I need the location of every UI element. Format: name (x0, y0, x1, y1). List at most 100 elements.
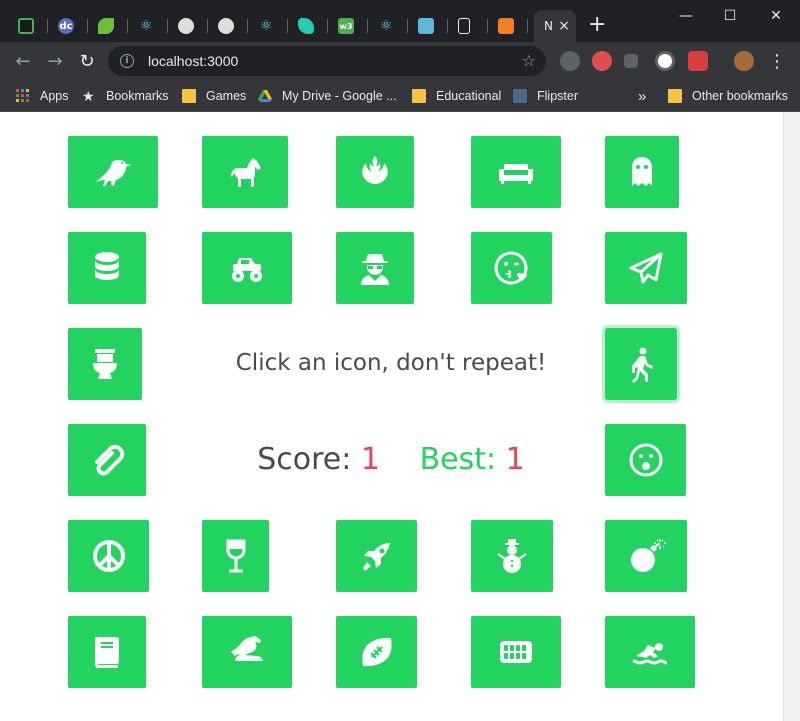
folder-icon (668, 89, 682, 103)
bookmark-my-drive[interactable]: My Drive - Google ... (258, 86, 397, 106)
bookmark-apps[interactable]: Apps (16, 86, 69, 106)
card-monster-truck[interactable] (202, 232, 292, 304)
tab[interactable] (88, 10, 128, 42)
bookmark-label: Games (206, 89, 247, 103)
active-tab-label: N (544, 19, 553, 33)
close-tab-icon[interactable]: × (558, 18, 570, 34)
card-horse[interactable] (202, 136, 288, 208)
score-label: Score: (257, 442, 352, 477)
bookmark-label: Flipster (537, 89, 578, 103)
card-couch[interactable] (471, 136, 561, 208)
page-tab-icon (458, 18, 470, 34)
github-tab-icon (218, 18, 234, 34)
football-icon (361, 637, 392, 667)
card-space-shuttle[interactable] (336, 520, 417, 592)
github-tab-icon (178, 18, 194, 34)
folder-icon (182, 89, 196, 103)
extension-icon[interactable] (592, 51, 612, 71)
card-football[interactable] (336, 616, 417, 688)
card-kiss-wink-heart[interactable] (471, 232, 552, 304)
bookmark-label: Educational (436, 89, 502, 103)
bookmark-other[interactable]: Other bookmarks (668, 86, 788, 106)
tab[interactable] (408, 10, 448, 42)
instruction-text: Click an icon, don't repeat! (235, 350, 547, 376)
bookmark-star-icon[interactable]: ☆ (522, 51, 536, 70)
new-tab-button[interactable]: + (588, 14, 606, 36)
extension-icon[interactable] (560, 51, 580, 71)
minimize-button[interactable]: — (674, 6, 698, 26)
card-walking[interactable] (605, 328, 677, 400)
surprise-icon (629, 443, 662, 477)
horse-icon (231, 158, 261, 187)
teal-tab-icon (298, 18, 314, 34)
tab[interactable]: w3 (328, 10, 368, 42)
card-swimmer[interactable] (605, 616, 695, 688)
paperclip-icon (95, 444, 125, 476)
browser-frame: dc ⚛ ⚛ w3 ⚛ N × + — ☐ ✕ ← → ↻ i localhos… (0, 0, 800, 112)
card-wine-glass[interactable] (202, 520, 269, 592)
bookmarks-overflow-button[interactable]: » (638, 86, 646, 106)
tab-active[interactable]: N × (534, 10, 576, 42)
swimmer-icon (632, 643, 668, 665)
bookmark-folder-games[interactable]: Games (182, 86, 246, 106)
tab[interactable] (208, 10, 248, 42)
reload-button[interactable]: ↻ (76, 50, 98, 72)
card-crow[interactable] (68, 136, 158, 208)
toilet-icon (93, 349, 117, 379)
card-paper-plane[interactable] (605, 232, 687, 304)
card-rebel[interactable] (336, 136, 414, 208)
dc-tab-icon: dc (58, 18, 74, 34)
tab[interactable]: dc (48, 10, 88, 42)
card-dragon[interactable] (202, 616, 292, 688)
bookmark-flipster[interactable]: Flipster (513, 86, 578, 106)
bookmark-folder-educational[interactable]: Educational (412, 86, 501, 106)
tab[interactable] (168, 10, 208, 42)
avatar[interactable] (734, 51, 754, 71)
tab[interactable]: ⚛ (128, 10, 168, 42)
card-user-secret[interactable] (336, 232, 414, 304)
menu-icon[interactable]: ⋮ (766, 50, 788, 72)
tab[interactable] (488, 10, 528, 42)
card-peace[interactable] (68, 520, 149, 592)
tab[interactable] (448, 10, 488, 42)
extension-icon[interactable] (688, 51, 708, 71)
star-icon: ★ (82, 88, 95, 104)
card-book[interactable] (68, 616, 146, 688)
close-window-button[interactable]: ✕ (764, 6, 788, 26)
card-surprise[interactable] (605, 424, 686, 496)
walking-icon (632, 347, 653, 383)
bomb-icon (631, 539, 666, 572)
forward-button[interactable]: → (44, 50, 66, 72)
tab[interactable] (288, 10, 328, 42)
card-bomb[interactable] (605, 520, 687, 592)
card-keyboard[interactable] (471, 616, 561, 688)
address-bar[interactable]: i localhost:3000 ☆ (108, 46, 546, 76)
card-toilet[interactable] (68, 328, 142, 400)
score-display: Score: 1 Best: 1 (196, 442, 586, 477)
card-database[interactable] (68, 232, 146, 304)
database-icon (95, 252, 119, 280)
tab[interactable]: ⚛ (248, 10, 288, 42)
card-paperclip[interactable] (68, 424, 146, 496)
tab[interactable]: ⚛ (368, 10, 408, 42)
maximize-button[interactable]: ☐ (718, 6, 742, 26)
info-icon[interactable]: i (120, 54, 134, 68)
scrollbar[interactable] (783, 112, 800, 721)
card-ghost[interactable] (605, 136, 679, 208)
bookmarks-bar: Apps ★ Bookmarks Games My Drive - Google… (0, 80, 800, 112)
extension-icon[interactable] (624, 54, 638, 68)
bird-tab-icon (418, 18, 434, 34)
codepen-tab-icon (18, 18, 34, 34)
kiss-wink-heart-icon (494, 251, 527, 285)
back-button[interactable]: ← (12, 50, 34, 72)
book-icon (95, 637, 119, 668)
extension-icon[interactable] (655, 51, 675, 71)
tab[interactable] (8, 10, 48, 42)
flipster-icon (513, 89, 527, 103)
url-text[interactable]: localhost:3000 (148, 53, 238, 69)
bookmark-bookmarks[interactable]: ★ Bookmarks (82, 86, 169, 106)
snowman-icon (497, 539, 527, 573)
best-label: Best: (419, 442, 497, 477)
tab-strip: dc ⚛ ⚛ w3 ⚛ N × + — ☐ ✕ (0, 0, 800, 42)
card-snowman[interactable] (471, 520, 553, 592)
